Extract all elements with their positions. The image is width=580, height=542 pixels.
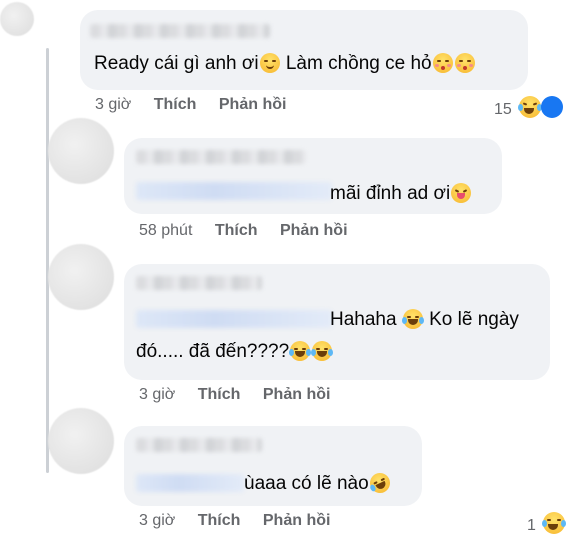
reply-button[interactable]: Phản hồi xyxy=(219,96,287,113)
comment-time[interactable]: 3 giờ xyxy=(95,96,131,113)
laugh-emoji-icon xyxy=(518,96,543,118)
blurred-author-name xyxy=(136,438,262,452)
avatar[interactable] xyxy=(48,408,114,474)
reaction-summary[interactable]: 15 xyxy=(494,94,567,121)
comment-bubble-1: Ready cái gì anh ơi Làm chồng ce hỏ xyxy=(80,10,528,90)
comment-text-part: Hahaha xyxy=(330,309,397,330)
comment-time[interactable]: 3 giờ xyxy=(139,386,175,403)
blurred-mention xyxy=(136,474,244,492)
comment-meta: 3 giờ Thích Phản hồi xyxy=(95,96,286,114)
like-button[interactable]: Thích xyxy=(215,222,258,239)
comment-bubble-3: Hahaha Ko lẽ ngày đó..... đã đến???? xyxy=(124,264,550,380)
reply-button[interactable]: Phản hồi xyxy=(263,386,331,403)
comment-meta: 58 phút Thích Phản hồi xyxy=(139,222,348,240)
relieved-emoji-icon xyxy=(259,53,280,73)
comment-text-part: Ready cái gì anh ơi xyxy=(94,53,259,74)
comment-text-part: Làm chồng ce hỏ xyxy=(280,53,432,74)
comment-text: Ready cái gì anh ơi Làm chồng ce hỏ xyxy=(94,51,476,77)
kiss-emoji-icon xyxy=(454,53,475,73)
avatar[interactable] xyxy=(48,244,114,310)
blurred-mention xyxy=(136,310,332,328)
comment-meta: 3 giờ Thích Phản hồi xyxy=(139,386,330,404)
laugh-emoji-icon xyxy=(401,309,424,329)
blurred-author-name xyxy=(136,150,306,164)
laugh-emoji-icon xyxy=(289,341,312,361)
blurred-mention xyxy=(136,182,332,200)
comment-text-part: ùaaa có lẽ nào xyxy=(244,473,369,494)
rofl-emoji-icon xyxy=(366,469,393,497)
reply-thread-line xyxy=(46,48,49,473)
reaction-count: 1 xyxy=(527,517,536,534)
laugh-emoji-icon xyxy=(542,512,567,534)
comment-text: Hahaha Ko lẽ ngày xyxy=(330,307,519,333)
comment-bubble-4: ùaaa có lẽ nào xyxy=(124,426,422,506)
comment-text-part: đó..... đã đến???? xyxy=(136,341,290,362)
comment-time[interactable]: 58 phút xyxy=(139,222,192,239)
blurred-author-name xyxy=(90,24,270,38)
comment-time[interactable]: 3 giờ xyxy=(139,512,175,529)
comment-text: ùaaa có lẽ nào xyxy=(244,469,393,497)
reply-button[interactable]: Phản hồi xyxy=(263,512,331,529)
like-button[interactable]: Thích xyxy=(198,512,241,529)
like-button[interactable]: Thích xyxy=(198,386,241,403)
comment-text: mãi đỉnh ad ơi xyxy=(330,181,472,207)
laugh-emoji-icon xyxy=(311,341,334,361)
blurred-author-name xyxy=(136,276,262,290)
reaction-summary[interactable]: 1 xyxy=(527,510,569,537)
like-button[interactable]: Thích xyxy=(154,96,197,113)
kiss-emoji-icon xyxy=(432,53,453,73)
blue-reaction-icon xyxy=(541,96,564,118)
avatar[interactable] xyxy=(48,118,114,184)
comment-text-part: mãi đỉnh ad ơi xyxy=(330,183,451,204)
reply-button[interactable]: Phản hồi xyxy=(280,222,348,239)
comment-bubble-2: mãi đỉnh ad ơi xyxy=(124,138,502,214)
avatar[interactable] xyxy=(0,2,34,36)
comment-text-line-2: đó..... đã đến???? xyxy=(136,339,334,365)
tongue-emoji-icon xyxy=(451,183,472,203)
reaction-count: 15 xyxy=(494,101,512,118)
comment-text-part: Ko lẽ ngày xyxy=(423,309,519,330)
comment-meta: 3 giờ Thích Phản hồi xyxy=(139,512,330,530)
